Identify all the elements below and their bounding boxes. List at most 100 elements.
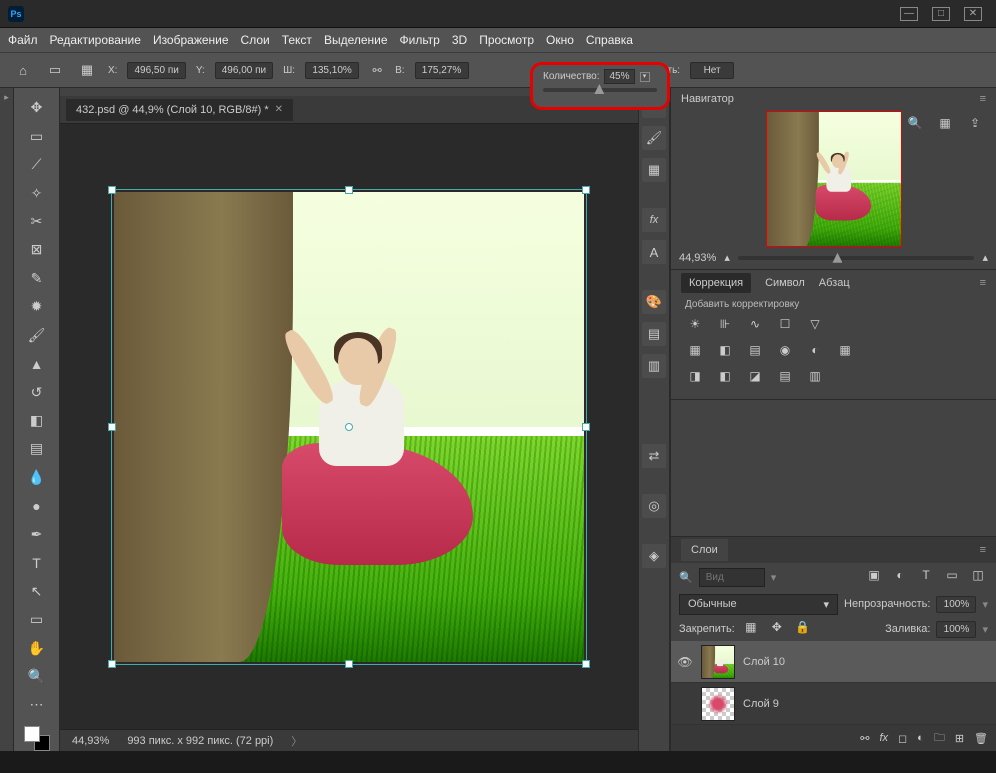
status-zoom[interactable]: 44,93% — [72, 735, 109, 747]
panel-menu-icon[interactable]: ≡ — [980, 93, 986, 105]
heal-tool[interactable]: ✹ — [24, 295, 50, 318]
invert-icon[interactable]: ◨ — [685, 369, 705, 387]
lock-position-icon[interactable]: ✥ — [767, 620, 787, 638]
adj-tab-para[interactable]: Абзац — [819, 277, 850, 289]
paths-icon[interactable]: ◈ — [642, 544, 666, 568]
nav-slider[interactable] — [738, 256, 975, 260]
adj-tab-correction[interactable]: Коррекция — [681, 273, 751, 293]
canvas[interactable] — [60, 124, 638, 729]
stamp-tool[interactable]: ▲ — [24, 352, 50, 375]
crop-tool[interactable]: ✂ — [24, 210, 50, 233]
menu-help[interactable]: Справка — [586, 33, 633, 47]
zoom-tool[interactable]: 🔍 — [24, 665, 50, 688]
nav-title[interactable]: Навигатор — [681, 93, 734, 105]
amount-value[interactable]: 45% — [604, 69, 634, 84]
panel-menu-icon[interactable]: ≡ — [980, 277, 986, 289]
menu-select[interactable]: Выделение — [324, 33, 388, 47]
type-tool[interactable]: T — [24, 551, 50, 574]
layer-name[interactable]: Слой 9 — [743, 698, 779, 710]
dodge-tool[interactable]: ● — [24, 494, 50, 517]
layer-row[interactable]: 👁 Слой 10 — [671, 641, 996, 683]
lock-all-icon[interactable]: 🔒 — [793, 620, 813, 638]
w-value[interactable]: 135,10% — [305, 62, 359, 79]
minimize-button[interactable]: — — [900, 7, 918, 21]
menu-file[interactable]: Файл — [8, 33, 38, 47]
adj-layer-icon[interactable]: ◐ — [917, 732, 924, 744]
home-icon[interactable]: ⌂ — [12, 59, 34, 81]
layer-thumbnail[interactable] — [701, 687, 735, 721]
fx-layers-icon[interactable]: fx — [879, 732, 888, 744]
layer-search[interactable] — [699, 568, 765, 587]
frame-tool[interactable]: ⊠ — [24, 238, 50, 261]
char-icon[interactable]: A — [642, 240, 666, 264]
amount-dropdown-icon[interactable]: ▾ — [640, 72, 650, 82]
bw-icon[interactable]: ◧ — [715, 343, 735, 361]
filter-text-icon[interactable]: T — [916, 568, 936, 586]
link-icon[interactable]: ⚯ — [369, 62, 385, 78]
lookup-icon[interactable]: ◐ — [805, 343, 825, 361]
x-value[interactable]: 496,50 пи — [127, 62, 185, 79]
menu-filter[interactable]: Фильтр — [400, 33, 440, 47]
libs-icon[interactable]: ◎ — [642, 494, 666, 518]
shape-tool[interactable]: ▭ — [24, 608, 50, 631]
gradient-tool[interactable]: ▤ — [24, 437, 50, 460]
adj-tab-char[interactable]: Символ — [765, 277, 805, 289]
delete-layer-icon[interactable]: 🗑 — [974, 732, 988, 745]
y-value[interactable]: 496,00 пи — [215, 62, 273, 79]
protect-value[interactable]: Нет — [690, 62, 734, 79]
blur-tool[interactable]: 💧 — [24, 466, 50, 489]
hand-tool[interactable]: ✋ — [24, 636, 50, 659]
lasso-tool[interactable]: ⟋ — [24, 153, 50, 176]
new-layer-icon[interactable]: ⊞ — [955, 732, 964, 745]
menu-3d[interactable]: 3D — [452, 33, 467, 47]
zoom-out-icon[interactable]: ▴ — [724, 251, 730, 264]
color-icon[interactable]: 🎨 — [642, 290, 666, 314]
search-icon[interactable]: 🔍 — [904, 113, 926, 133]
search-icon[interactable]: 🔍 — [679, 571, 693, 584]
mask-layer-icon[interactable]: ◻ — [898, 732, 907, 745]
posterize-icon[interactable]: ◧ — [715, 369, 735, 387]
panel-menu-icon[interactable]: ≡ — [980, 544, 986, 556]
menu-window[interactable]: Окно — [546, 33, 574, 47]
layers-tab[interactable]: Слои — [681, 539, 728, 561]
levels-icon[interactable]: ⊪ — [715, 317, 735, 335]
exposure-icon[interactable]: ☐ — [775, 317, 795, 335]
share-icon[interactable]: ⇪ — [964, 113, 986, 133]
wand-tool[interactable]: ✧ — [24, 181, 50, 204]
zoom-in-icon[interactable]: ▴ — [982, 251, 988, 264]
visibility-icon[interactable]: 👁 — [677, 655, 693, 669]
tab-close-icon[interactable]: ✕ — [275, 104, 283, 115]
gradient-map-icon[interactable]: ▤ — [775, 369, 795, 387]
menu-edit[interactable]: Редактирование — [50, 33, 141, 47]
history-brush-tool[interactable]: ↺ — [24, 380, 50, 403]
navigator-thumbnail[interactable] — [766, 111, 902, 247]
menu-text[interactable]: Текст — [282, 33, 312, 47]
maximize-button[interactable]: □ — [932, 7, 950, 21]
move-tool[interactable]: ✥ — [24, 96, 50, 119]
brush-tool[interactable]: 🖌 — [24, 324, 50, 347]
photo-filter-icon[interactable]: ▤ — [745, 343, 765, 361]
threshold-icon[interactable]: ◪ — [745, 369, 765, 387]
nav-zoom[interactable]: 44,93% — [679, 252, 716, 264]
menu-image[interactable]: Изображение — [153, 33, 229, 47]
menu-view[interactable]: Просмотр — [479, 33, 534, 47]
vibrance-icon[interactable]: ▽ — [805, 317, 825, 335]
eraser-tool[interactable]: ◧ — [24, 409, 50, 432]
selective-icon[interactable]: ▥ — [805, 369, 825, 387]
lut-icon[interactable]: ▦ — [835, 343, 855, 361]
fill-value[interactable]: 100% — [936, 621, 976, 638]
opacity-value[interactable]: 100% — [936, 596, 976, 613]
brushes-icon[interactable]: 🖌 — [642, 126, 666, 150]
curves-icon[interactable]: ∿ — [745, 317, 765, 335]
eyedropper-tool[interactable]: ✎ — [24, 267, 50, 290]
layer-thumbnail[interactable] — [701, 645, 735, 679]
h-value[interactable]: 175,27% — [415, 62, 469, 79]
menu-layer[interactable]: Слои — [241, 33, 270, 47]
fx-icon[interactable]: fx — [642, 208, 666, 232]
tools-collapse[interactable]: ▸ — [0, 88, 14, 751]
brightness-icon[interactable]: ☀ — [685, 317, 705, 335]
more-tool[interactable]: ⋯ — [24, 693, 50, 716]
filter-smart-icon[interactable]: ◫ — [968, 568, 988, 586]
layer-row[interactable]: Слой 9 — [671, 683, 996, 725]
group-icon[interactable]: 🗀 — [934, 729, 945, 748]
